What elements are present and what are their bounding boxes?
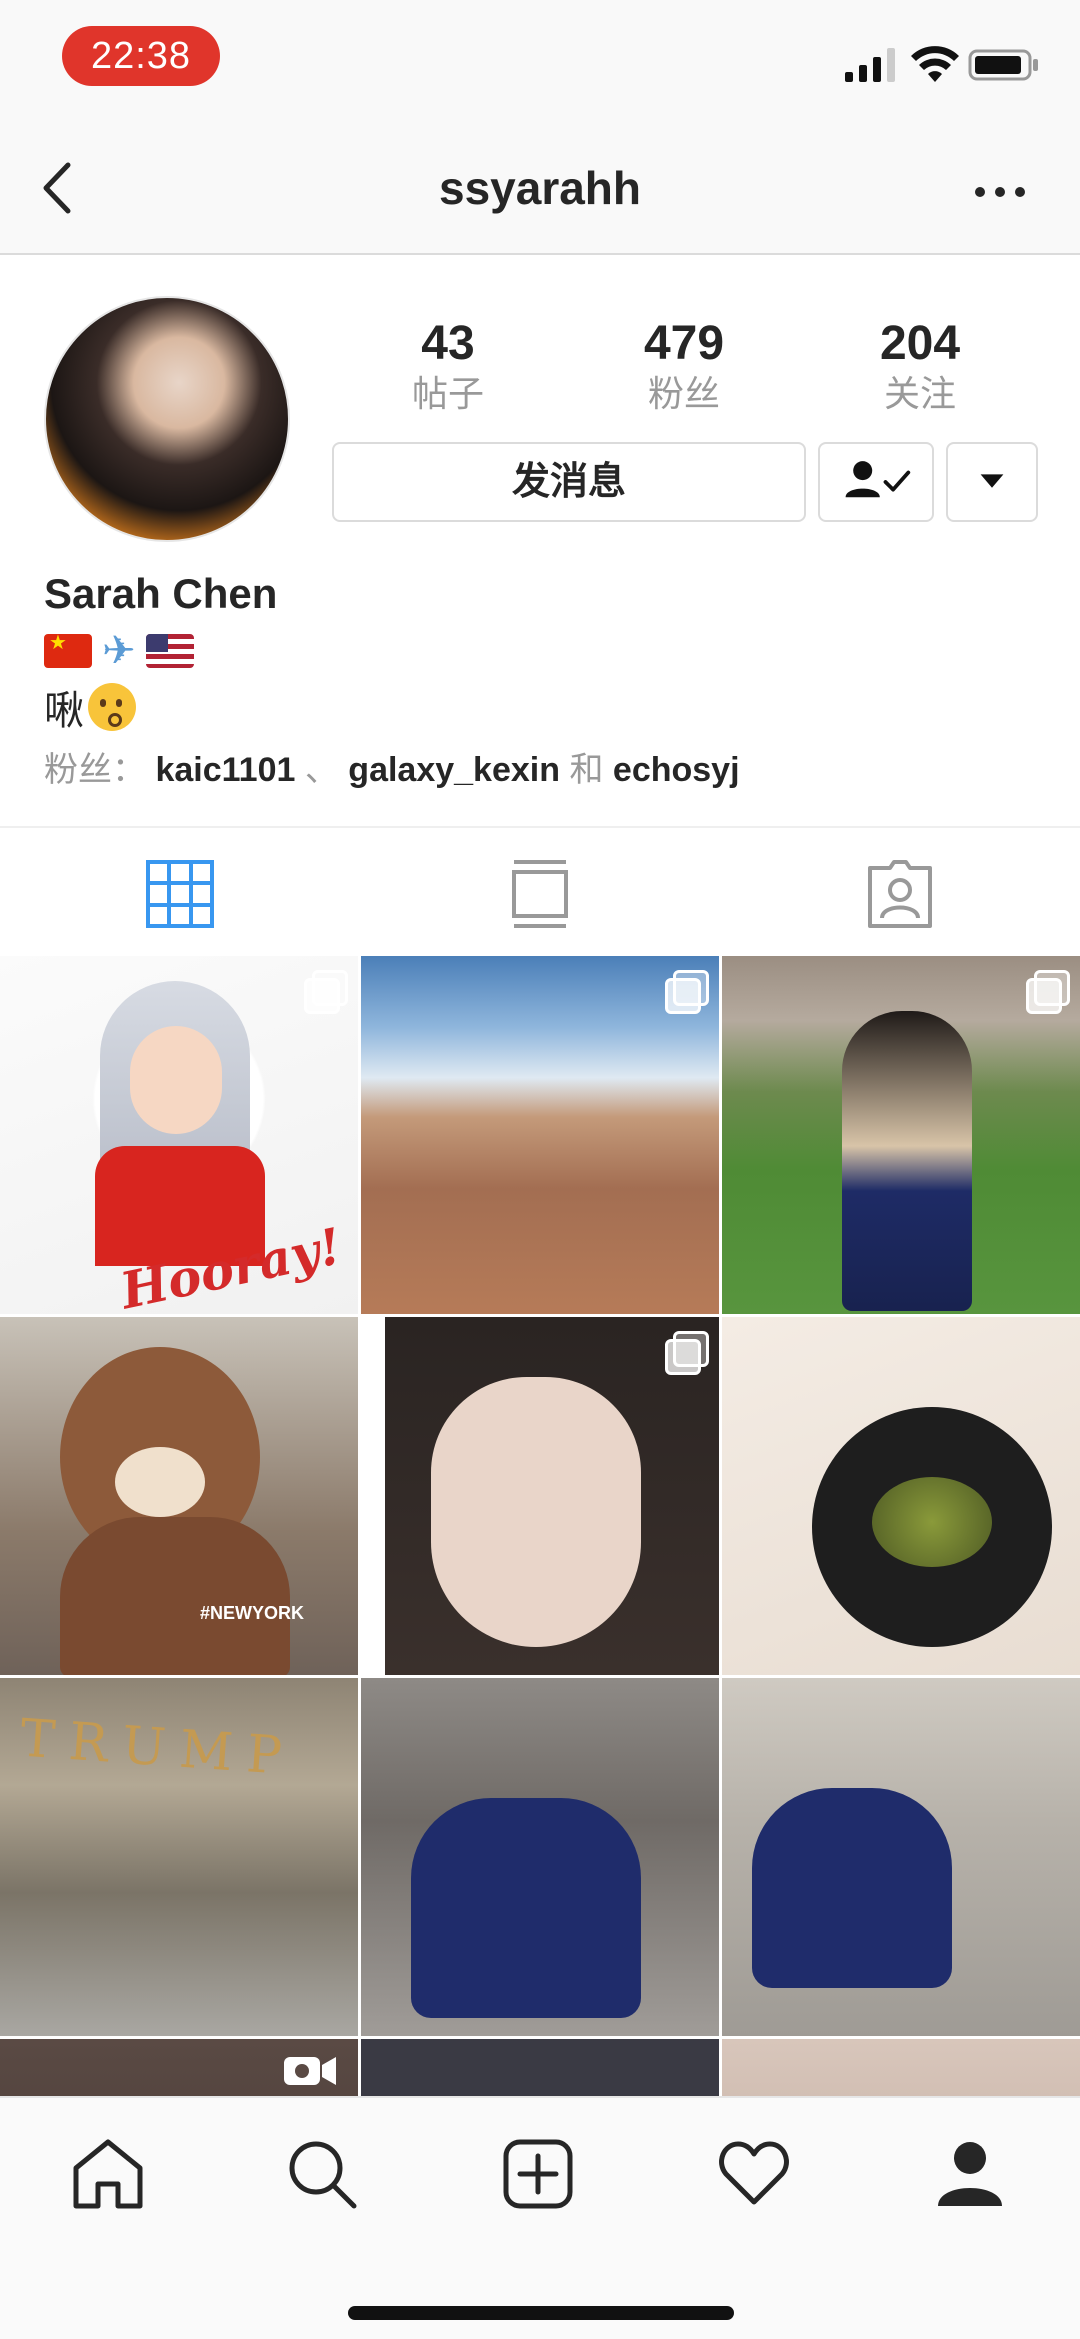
more-options-icon[interactable]	[970, 177, 1030, 207]
battery-icon	[968, 49, 1038, 81]
profile-nav-bar: ssyarahh	[0, 125, 1080, 255]
cellular-signal-icon	[845, 48, 895, 82]
message-button[interactable]: 发消息	[332, 442, 806, 522]
tagged-photos-icon[interactable]	[864, 858, 936, 930]
suggestions-dropdown-button[interactable]	[946, 442, 1038, 522]
person-check-icon	[845, 461, 911, 498]
activity-heart-icon[interactable]	[716, 2136, 792, 2212]
profile-name: Sarah Chen	[44, 570, 278, 617]
wifi-icon	[911, 46, 959, 82]
new-post-icon[interactable]	[500, 2136, 576, 2212]
dessert-plate	[812, 1407, 1052, 1647]
post-thumbnail[interactable]	[361, 2039, 719, 2096]
followed-by-prefix: 粉丝：	[44, 751, 146, 789]
airplane-icon: ✈	[102, 629, 136, 673]
video-camera-icon	[284, 2057, 336, 2085]
post-thumbnail[interactable]	[361, 956, 719, 1314]
kissing-face-icon	[88, 683, 136, 731]
graduation-gown	[411, 1798, 641, 2018]
following-label: 关注	[883, 373, 956, 414]
profile-icon[interactable]	[932, 2136, 1008, 2212]
profile-tab-bar	[0, 826, 1080, 956]
separator: 、	[304, 751, 339, 789]
avatar-face	[130, 1026, 222, 1134]
following-status-button[interactable]	[818, 442, 934, 522]
post-thumbnail[interactable]	[722, 2039, 1080, 2096]
search-icon[interactable]	[284, 2136, 360, 2212]
post-thumbnail[interactable]: TRUMP	[0, 1678, 358, 2036]
newyork-caption: #NEWYORK	[200, 1603, 305, 1623]
building-sign: TRUMP	[18, 1708, 298, 1788]
photo-grid: Hooray! #NEWYORK TRUMP	[0, 956, 1080, 2096]
post-thumbnail[interactable]	[722, 1678, 1080, 2036]
multiple-photos-icon	[665, 970, 709, 1014]
bio-text-label: 啾	[44, 689, 84, 733]
usa-flag-icon	[145, 634, 194, 668]
posts-count: 43	[421, 317, 475, 370]
post-thumbnail[interactable]	[0, 2039, 358, 2096]
post-thumbnail[interactable]	[722, 1317, 1080, 1675]
followers-count: 479	[643, 317, 725, 370]
grid-view-icon[interactable]	[144, 858, 216, 930]
follower-link-1[interactable]: kaic1101	[155, 751, 295, 789]
post-thumbnail[interactable]	[361, 1317, 719, 1675]
bottom-tab-bar	[0, 2096, 1080, 2339]
post-thumbnail[interactable]: #NEWYORK	[0, 1317, 358, 1675]
profile-avatar[interactable]	[44, 296, 290, 542]
followers-label: 粉丝	[647, 373, 720, 414]
followed-by-line: 粉丝： kaic1101 、 galaxy_kexin 和 echosyj	[44, 742, 740, 791]
follower-link-2[interactable]: galaxy_kexin	[348, 751, 560, 789]
status-bar: 22:38	[0, 0, 1080, 125]
bear-body	[60, 1517, 290, 1675]
home-icon[interactable]	[70, 2136, 146, 2212]
graduation-gown	[752, 1788, 952, 1988]
multiple-photos-icon	[665, 1331, 709, 1375]
status-time[interactable]: 22:38	[62, 26, 220, 86]
posts-stat[interactable]: 43 帖子	[348, 318, 548, 416]
caret-down-icon	[980, 474, 1004, 488]
post-thumbnail[interactable]: Hooray!	[0, 956, 358, 1314]
bio-emoji-row: ✈	[44, 626, 194, 676]
multiple-photos-icon	[304, 970, 348, 1014]
following-stat[interactable]: 204 关注	[820, 318, 1020, 416]
feed-view-icon[interactable]	[504, 858, 576, 930]
bio-text: 啾	[44, 678, 136, 736]
following-count: 204	[879, 317, 961, 370]
multiple-photos-icon	[1026, 970, 1070, 1014]
post-thumbnail[interactable]	[722, 956, 1080, 1314]
username-title: ssyarahh	[438, 162, 641, 214]
posts-label: 帖子	[411, 373, 484, 414]
portrait-face	[431, 1377, 641, 1647]
china-flag-icon	[44, 634, 92, 668]
followers-stat[interactable]: 479 粉丝	[584, 318, 784, 416]
post-thumbnail[interactable]	[361, 1678, 719, 2036]
conjunction: 和	[569, 751, 604, 789]
follower-link-3[interactable]: echosyj	[613, 751, 740, 789]
home-indicator[interactable]	[348, 2306, 734, 2320]
graduate-figure	[842, 1011, 972, 1311]
